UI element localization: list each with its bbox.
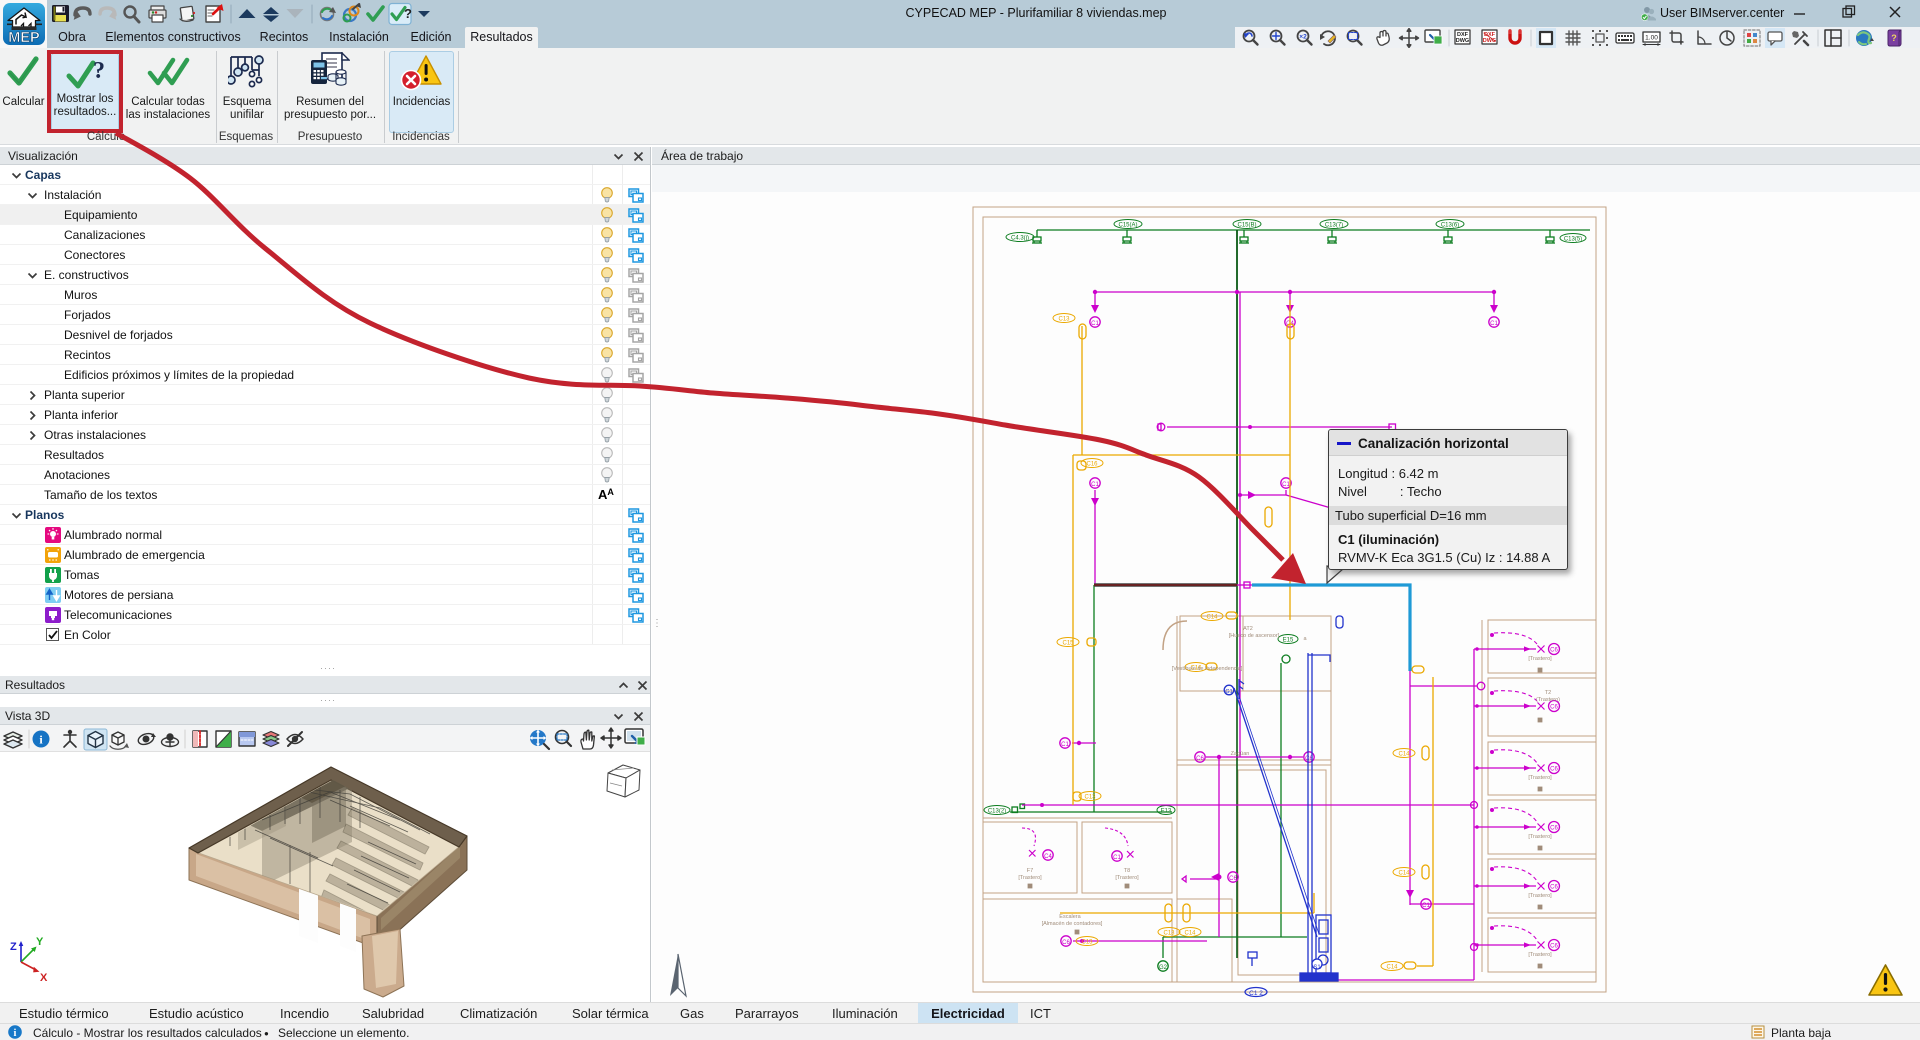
svg-text:C14: C14 bbox=[1184, 931, 1196, 937]
svg-text:G2: G2 bbox=[1159, 965, 1168, 971]
svg-text:C6: C6 bbox=[1229, 876, 1237, 882]
svg-text:C13: C13 bbox=[1081, 940, 1093, 946]
svg-text:C6: C6 bbox=[1550, 944, 1558, 950]
svg-text:C1 2: C1 2 bbox=[1249, 990, 1263, 997]
svg-text:AT2: AT2 bbox=[1243, 626, 1253, 632]
svg-text:[Almacén de contadores]: [Almacén de contadores] bbox=[1042, 921, 1103, 927]
svg-text:C1: C1 bbox=[1422, 903, 1430, 909]
svg-text:C6: C6 bbox=[1550, 648, 1558, 654]
svg-text:[Trastero]: [Trastero] bbox=[1528, 893, 1552, 899]
svg-text:Escalera: Escalera bbox=[1059, 914, 1081, 920]
svg-text:C6: C6 bbox=[1062, 940, 1070, 946]
svg-text:(Trastero): (Trastero) bbox=[1536, 697, 1560, 703]
svg-text:DWG: DWG bbox=[1456, 38, 1469, 44]
svg-text:C1: C1 bbox=[1282, 482, 1290, 488]
svg-text:E13: E13 bbox=[1161, 809, 1172, 815]
svg-text:Zagúan: Zagúan bbox=[1231, 751, 1250, 757]
svg-text:[Trastero]: [Trastero] bbox=[1528, 775, 1552, 781]
svg-text:T8: T8 bbox=[1124, 868, 1130, 874]
svg-text:C6: C6 bbox=[1550, 767, 1558, 773]
svg-text:C4: C4 bbox=[1044, 854, 1052, 860]
svg-text:C14: C14 bbox=[1206, 615, 1218, 621]
svg-text:[Vestíbulo de independencia]: [Vestíbulo de independencia] bbox=[1172, 666, 1243, 672]
svg-text:[Hueco de ascensor]: [Hueco de ascensor] bbox=[1229, 633, 1280, 639]
svg-text:C6: C6 bbox=[1550, 885, 1558, 891]
svg-text:C13(6): C13(6) bbox=[1441, 223, 1459, 229]
svg-text:C13: C13 bbox=[1084, 795, 1096, 801]
svg-text:C14: C14 bbox=[1386, 965, 1398, 971]
svg-text:C4.3(j): C4.3(j) bbox=[1011, 236, 1029, 242]
svg-text:E15: E15 bbox=[1283, 638, 1294, 644]
svg-text:i: i bbox=[14, 1028, 17, 1039]
svg-text:Z: Z bbox=[10, 941, 17, 953]
svg-text:C14: C14 bbox=[1398, 871, 1410, 877]
svg-text:C15(A): C15(A) bbox=[1118, 223, 1137, 229]
svg-text:C6: C6 bbox=[1550, 705, 1558, 711]
svg-text:[Trastero]: [Trastero] bbox=[1528, 656, 1552, 662]
svg-text:T2: T2 bbox=[1545, 690, 1551, 696]
svg-text:F7: F7 bbox=[1027, 868, 1033, 874]
svg-text:C1: C1 bbox=[1061, 742, 1069, 748]
svg-text:Y: Y bbox=[36, 936, 44, 948]
svg-text:[Trastero]: [Trastero] bbox=[1018, 875, 1042, 881]
svg-text:C14: C14 bbox=[1398, 752, 1410, 758]
svg-text:C15: C15 bbox=[1062, 641, 1074, 647]
svg-text:C13(7): C13(7) bbox=[1325, 223, 1343, 229]
svg-text:[Trastero]: [Trastero] bbox=[1115, 875, 1139, 881]
svg-text:C6: C6 bbox=[1550, 826, 1558, 832]
svg-text:C1: C1 bbox=[1091, 321, 1099, 327]
svg-text:a: a bbox=[1303, 636, 1307, 642]
svg-text:×2: ×2 bbox=[1299, 34, 1307, 41]
svg-text:?: ? bbox=[404, 6, 412, 21]
svg-text:C16: C16 bbox=[1086, 462, 1098, 468]
svg-text:C13: C13 bbox=[1058, 317, 1070, 323]
svg-text:[Trastero]: [Trastero] bbox=[1528, 952, 1552, 958]
svg-text:C1: C1 bbox=[1490, 321, 1498, 327]
svg-text:?: ? bbox=[1891, 33, 1897, 43]
svg-text:1.00: 1.00 bbox=[1645, 35, 1658, 42]
svg-text:C6: C6 bbox=[1196, 756, 1204, 762]
svg-text:C1: C1 bbox=[1091, 482, 1099, 488]
svg-text:X: X bbox=[40, 972, 48, 984]
svg-text:C13: C13 bbox=[1163, 931, 1175, 937]
svg-text:S1: S1 bbox=[1313, 965, 1321, 971]
svg-text:[Trastero]: [Trastero] bbox=[1528, 834, 1552, 840]
svg-text:C13(2): C13(2) bbox=[988, 809, 1006, 815]
svg-text:C1: C1 bbox=[1113, 855, 1121, 861]
svg-text:G1: G1 bbox=[1225, 689, 1232, 695]
svg-text:C13(5): C13(5) bbox=[1564, 237, 1582, 243]
svg-text:C15(B): C15(B) bbox=[1237, 223, 1256, 229]
